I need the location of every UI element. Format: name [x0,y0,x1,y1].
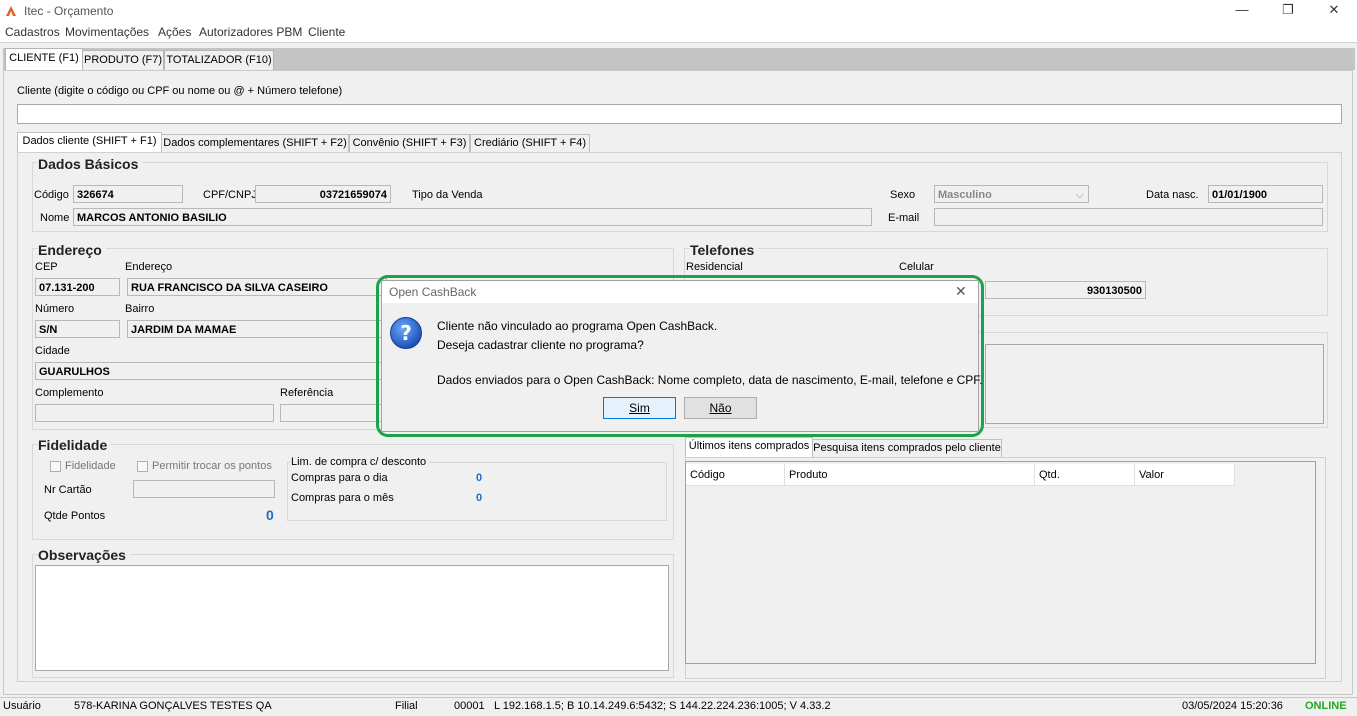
menu-acoes[interactable]: Ações [158,25,191,39]
sim-button[interactable]: Sim [603,397,676,419]
referencia-field[interactable] [280,404,387,422]
fidelidade-checkbox[interactable] [50,461,61,472]
compras-dia-value: 0 [476,472,483,484]
endereco-label: Endereço [125,261,173,273]
subtab-dados-cliente[interactable]: Dados cliente (SHIFT + F1) [17,132,162,153]
client-search-label: Cliente (digite o código ou CPF ou nome … [17,85,343,97]
celular-label: Celular [899,261,934,273]
numero-label: Número [35,303,75,315]
numero-field[interactable]: S/N [35,320,120,338]
title-bar [0,0,1357,22]
cep-label: CEP [35,261,58,273]
subtab-crediario[interactable]: Crediário (SHIFT + F4) [470,134,590,153]
cpf-field[interactable]: 03721659074 [255,185,391,203]
codigo-label: Código [34,189,69,201]
minimize-icon[interactable]: — [1219,0,1265,22]
cep-field[interactable]: 07.131-200 [35,278,120,296]
sexo-label: Sexo [890,189,916,201]
nasc-field[interactable]: 01/01/1900 [1208,185,1323,203]
dialog-line2: Deseja cadastrar cliente no programa? [437,338,644,352]
cpf-label: CPF/CNPJ [203,189,257,201]
app-logo-icon [6,6,16,16]
user-value: 578-KARINA GONÇALVES TESTES QA [74,700,272,712]
col-codigo[interactable]: Código [686,464,785,486]
bairro-label: Bairro [125,303,155,315]
dialog-line1: Cliente não vinculado ao programa Open C… [437,319,718,333]
trocar-pontos-checkbox[interactable] [137,461,148,472]
online-status: ONLINE [1305,700,1347,712]
cidade-field[interactable]: GUARULHOS [35,362,387,380]
filial-label: Filial [395,700,418,712]
compras-mes-value: 0 [476,492,483,504]
address-title: Endereço [38,242,106,258]
complemento-field[interactable] [35,404,274,422]
col-qtd[interactable]: Qtd. [1035,464,1135,486]
client-search-input[interactable] [17,104,1342,124]
tab-totalizador[interactable]: TOTALIZADOR (F10) [164,50,274,70]
close-icon[interactable]: ✕ [1311,0,1357,22]
obs-title: Observações [38,547,130,563]
question-icon: ? [390,317,422,349]
bairro-field[interactable]: JARDIM DA MAMAE [127,320,387,338]
maximize-icon[interactable]: ❐ [1265,0,1311,22]
basic-title: Dados Básicos [38,156,143,172]
celular-field[interactable]: 930130500 [985,281,1146,299]
datetime: 03/05/2024 15:20:36 [1182,700,1283,712]
filial-value: 00001 [454,700,485,712]
obs-textarea[interactable] [35,565,669,671]
menu-autorizadores-pbm[interactable]: Autorizadores PBM [199,25,302,39]
menu-cadastros[interactable]: Cadastros [5,25,60,39]
subtab-convenio[interactable]: Convênio (SHIFT + F3) [349,134,470,153]
menu-movimentacoes[interactable]: Movimentações [65,25,149,39]
residencial-label: Residencial [686,261,743,273]
subtab-dados-complementares[interactable]: Dados complementares (SHIFT + F2) [161,134,349,153]
pontos-value: 0 [266,507,274,523]
cartao-label: Nr Cartão [44,484,92,496]
menu-cliente[interactable]: Cliente [308,25,345,39]
sim-button-label: Sim [629,401,650,415]
sexo-value: Masculino [938,189,992,201]
complemento-label: Complemento [35,387,104,399]
loyalty-title: Fidelidade [38,437,112,453]
pontos-label: Qtde Pontos [44,510,106,522]
right-info-box [985,344,1324,424]
endereco-field[interactable]: RUA FRANCISCO DA SILVA CASEIRO [127,278,387,296]
nasc-label: Data nasc. [1146,189,1199,201]
compras-dia-label: Compras para o dia [291,472,388,484]
dialog-title: Open CashBack [389,285,477,299]
fidelidade-label: Fidelidade [65,460,116,472]
dialog-close-icon[interactable]: ✕ [955,283,967,300]
nome-field[interactable]: MARCOS ANTONIO BASILIO [73,208,872,226]
nao-button[interactable]: Não [684,397,757,419]
tab-ultimos-itens[interactable]: Últimos itens comprados [685,437,813,458]
tab-produto[interactable]: PRODUTO (F7) [82,50,164,70]
email-field[interactable] [934,208,1323,226]
dialog-line3: Dados enviados para o Open CashBack: Nom… [437,373,983,387]
nome-label: Nome [40,212,70,224]
tipo-venda-label: Tipo da Venda [412,189,483,201]
email-label: E-mail [888,212,920,224]
tab-cliente[interactable]: CLIENTE (F1) [5,48,83,71]
user-label: Usuário [3,700,41,712]
purchases-grid [685,461,1316,664]
cidade-label: Cidade [35,345,70,357]
chevron-down-icon: ⌵ [1075,189,1084,201]
tab-pesquisa-itens[interactable]: Pesquisa itens comprados pelo cliente [812,439,1002,458]
svg-text:?: ? [400,321,412,345]
trocar-pontos-label: Permitir trocar os pontos [152,460,272,472]
compras-mes-label: Compras para o mês [291,492,394,504]
connection-info: L 192.168.1.5; B 10.14.249.6:5432; S 144… [494,700,831,712]
sexo-select[interactable]: Masculino ⌵ [934,185,1089,203]
referencia-label: Referência [280,387,334,399]
col-produto[interactable]: Produto [785,464,1035,486]
window-title: Itec - Orçamento [24,4,114,18]
nao-button-label: Não [709,401,732,415]
col-valor[interactable]: Valor [1135,464,1235,486]
codigo-field[interactable]: 326674 [73,185,183,203]
limit-title: Lim. de compra c/ desconto [291,456,430,468]
cartao-field[interactable] [133,480,275,498]
phones-title: Telefones [690,242,759,258]
